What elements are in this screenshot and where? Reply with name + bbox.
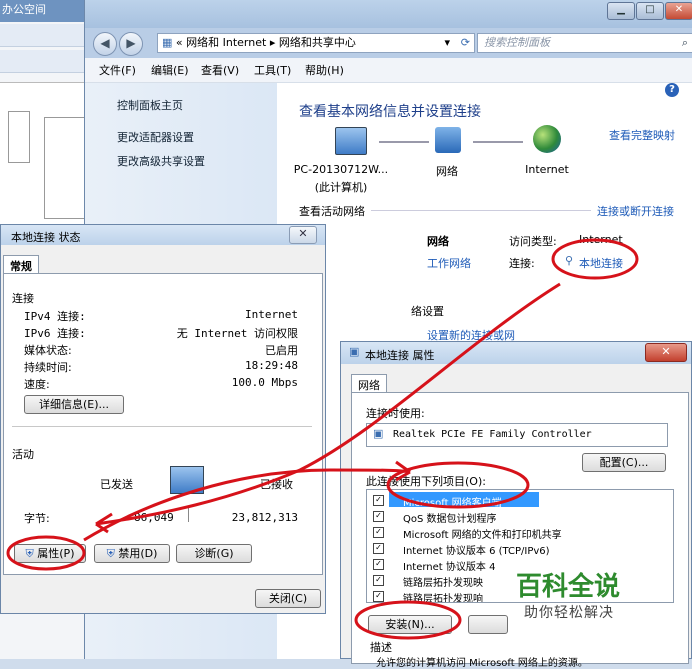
annotation-circle — [6, 535, 86, 571]
annotation-overlay — [6, 238, 639, 640]
annotation-circle — [551, 238, 639, 280]
annotation-arrow — [83, 468, 411, 542]
watermark-title: 百科全说 — [516, 572, 621, 602]
annotation-circle — [354, 600, 462, 640]
watermark-subtitle: 助你轻松解决 — [524, 605, 614, 621]
annotation-arrow — [95, 282, 561, 526]
